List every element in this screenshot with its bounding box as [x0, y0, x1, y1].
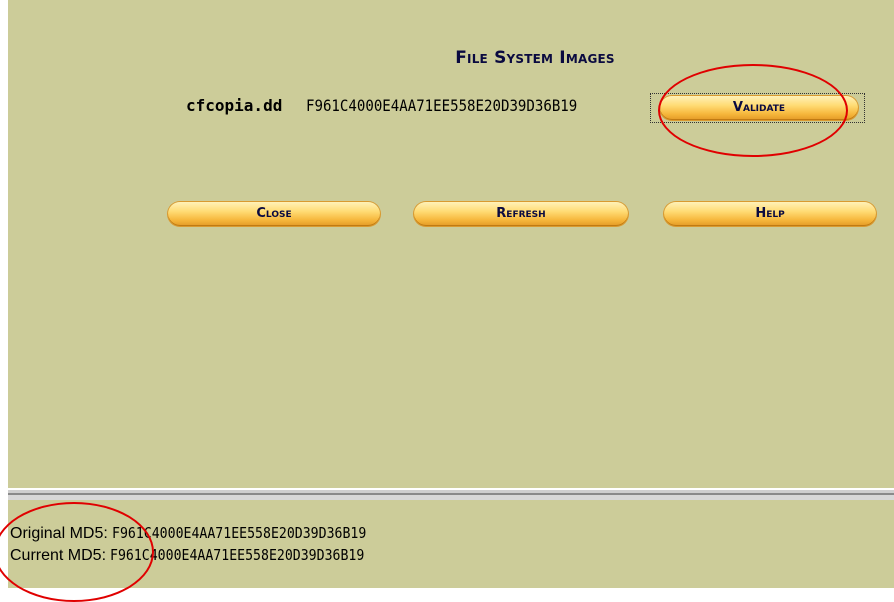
file-name: cfcopia.dd: [186, 96, 283, 115]
help-button[interactable]: Help: [664, 202, 876, 226]
close-button[interactable]: Close: [168, 202, 380, 226]
validate-annotation-circle: [658, 64, 848, 157]
refresh-button[interactable]: Refresh: [414, 202, 628, 226]
frame-divider[interactable]: [8, 488, 894, 500]
md5-annotation-circle: [0, 502, 154, 602]
file-hash: F961C4000E4AA71EE558E20D39D36B19: [306, 96, 578, 115]
